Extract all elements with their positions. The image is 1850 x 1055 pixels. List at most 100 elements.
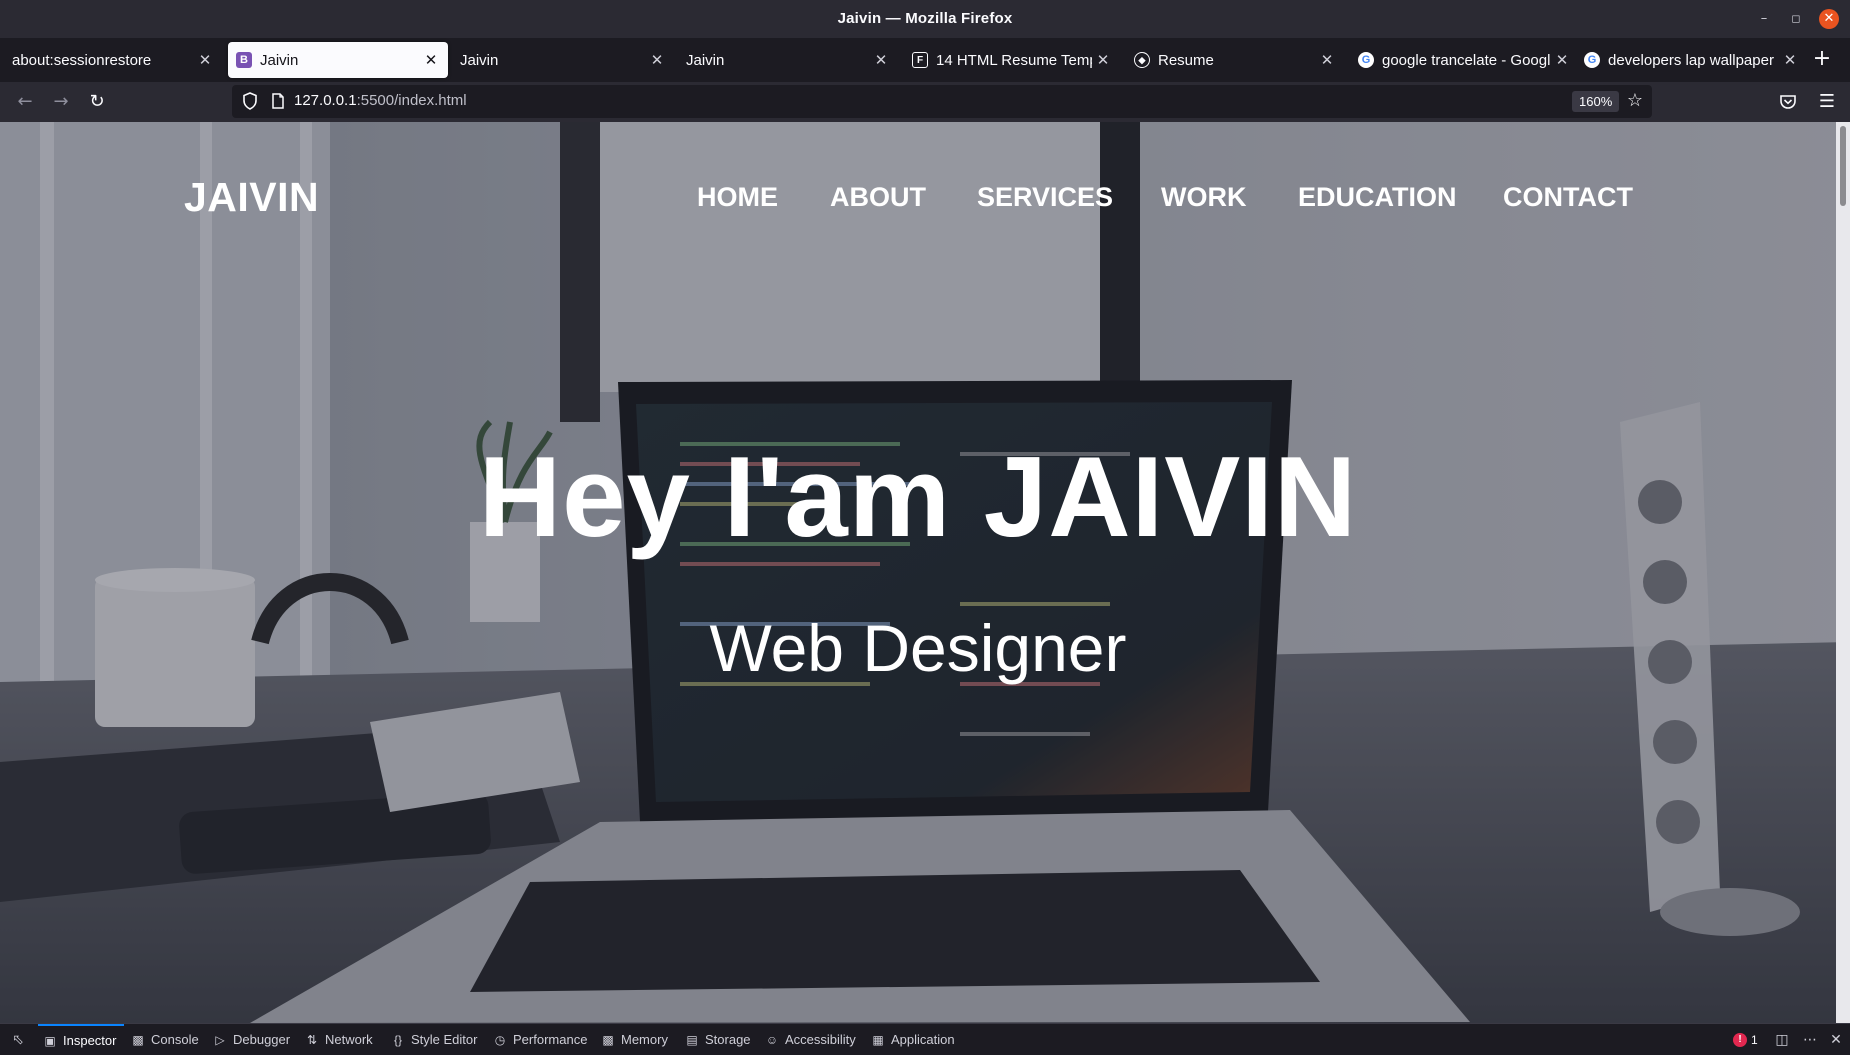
hero-dark-overlay: [0, 122, 1836, 1023]
google-icon: G: [1358, 52, 1374, 68]
tab-close-icon[interactable]: ✕: [646, 51, 668, 69]
more-options-icon[interactable]: ⋯: [1800, 1030, 1820, 1050]
tab-sessionrestore[interactable]: about:sessionrestore ✕: [4, 42, 222, 78]
scrollbar-thumb[interactable]: [1840, 126, 1846, 206]
forward-icon[interactable]: →: [48, 90, 74, 114]
tab-label: about:sessionrestore: [12, 51, 152, 69]
inspector-icon: ▣: [44, 1033, 56, 1048]
site-logo[interactable]: JAIVIN: [184, 174, 319, 221]
nav-link-work[interactable]: WORK: [1161, 182, 1246, 213]
url-path: :5500/index.html: [356, 92, 467, 109]
error-count-badge[interactable]: ! 1: [1733, 1032, 1758, 1048]
accessibility-icon: ☺: [765, 1032, 779, 1047]
storage-icon: ▤: [686, 1032, 698, 1047]
tab-close-icon[interactable]: ✕: [1782, 51, 1798, 69]
tab-label: Resume: [1158, 51, 1214, 69]
error-count: 1: [1751, 1033, 1758, 1047]
url-host: 127.0.0.1: [294, 92, 357, 109]
google-icon: G: [1584, 52, 1600, 68]
nav-toolbar: ← → ↻ 127.0.0.1:5500/index.html 160% ☆ ☰: [0, 82, 1850, 122]
window-title: Jaivin — Mozilla Firefox: [837, 10, 1013, 27]
minimize-icon[interactable]: –: [1755, 10, 1773, 28]
tab-developers-wallpaper[interactable]: G developers lap wallpaper ✕: [1576, 42, 1800, 78]
devtools-tab-label: Memory: [621, 1032, 668, 1047]
devtools-tab-label: Style Editor: [411, 1032, 478, 1047]
tab-label: developers lap wallpaper: [1608, 51, 1774, 69]
bookmark-star-icon[interactable]: ☆: [1624, 90, 1646, 112]
devtools-tab-label: Storage: [705, 1032, 751, 1047]
tab-label: Jaivin: [686, 51, 725, 69]
tab-label: Jaivin: [460, 51, 499, 69]
hero-subtitle: Web Designer: [709, 611, 1127, 685]
tab-close-icon[interactable]: ✕: [870, 51, 892, 69]
devtools-tab-label: Application: [891, 1032, 955, 1047]
nav-link-services[interactable]: SERVICES: [977, 182, 1113, 213]
nav-link-home[interactable]: HOME: [697, 182, 778, 213]
tab-resume[interactable]: ◆ Resume ✕: [1126, 42, 1344, 78]
devtools-tab-style-editor[interactable]: {} Style Editor: [390, 1024, 478, 1055]
tab-label: google trancelate - Googl: [1382, 51, 1551, 69]
devtools-tab-label: Performance: [513, 1032, 588, 1047]
devtools-tab-network[interactable]: ⇅ Network: [304, 1024, 373, 1055]
reload-icon[interactable]: ↻: [84, 90, 110, 114]
page-viewport: JAIVIN HOME ABOUT SERVICES WORK EDUCATIO…: [0, 122, 1850, 1023]
page-icon[interactable]: [268, 91, 288, 111]
tab-close-icon[interactable]: ✕: [1554, 51, 1570, 69]
network-icon: ⇅: [306, 1032, 318, 1047]
url-text[interactable]: 127.0.0.1:5500/index.html: [294, 92, 467, 109]
devtools-tab-memory[interactable]: ▩ Memory: [600, 1024, 668, 1055]
tab-jaivin-3[interactable]: Jaivin ✕: [680, 42, 898, 78]
devtools-tab-storage[interactable]: ▤ Storage: [684, 1024, 751, 1055]
shield-icon[interactable]: [240, 91, 260, 111]
new-tab-button[interactable]: +: [1810, 48, 1834, 72]
back-icon[interactable]: ←: [12, 90, 38, 114]
hamburger-menu-icon[interactable]: ☰: [1815, 90, 1839, 114]
nav-link-contact[interactable]: CONTACT: [1503, 182, 1633, 213]
bootstrap-icon: B: [236, 52, 252, 68]
console-icon: ▩: [132, 1032, 144, 1047]
tab-label: 14 HTML Resume Templa: [936, 51, 1092, 69]
tab-google-translate[interactable]: G google trancelate - Googl ✕: [1350, 42, 1572, 78]
zoom-level[interactable]: 160%: [1572, 91, 1620, 112]
devtools-tab-application[interactable]: ▦ Application: [870, 1024, 955, 1055]
url-bar[interactable]: 127.0.0.1:5500/index.html 160% ☆: [232, 85, 1652, 118]
tab-close-icon[interactable]: ✕: [420, 51, 442, 69]
devtools-close-icon[interactable]: ✕: [1826, 1030, 1846, 1050]
devtools-tab-label: Network: [325, 1032, 373, 1047]
devtools-toolbar: ⬁ ▣ Inspector ▩ Console ▷ Debugger ⇅ Net…: [0, 1023, 1850, 1055]
style-editor-icon: {}: [393, 1032, 402, 1047]
resume-icon: ◆: [1134, 52, 1150, 68]
f-icon: F: [912, 52, 928, 68]
close-icon[interactable]: ✕: [1819, 9, 1839, 29]
nav-link-about[interactable]: ABOUT: [830, 182, 926, 213]
devtools-tab-label: Accessibility: [785, 1032, 856, 1047]
performance-icon: ◷: [494, 1032, 506, 1047]
hero-title: Hey I'am JAIVIN: [478, 434, 1358, 561]
memory-icon: ▩: [602, 1032, 614, 1047]
debugger-icon: ▷: [215, 1032, 225, 1047]
devtools-tab-label: Console: [151, 1032, 199, 1047]
tab-close-icon[interactable]: ✕: [194, 51, 216, 69]
dock-side-icon[interactable]: ◫: [1772, 1030, 1792, 1050]
devtools-tab-label: Debugger: [233, 1032, 291, 1047]
tab-label: Jaivin: [260, 51, 299, 69]
error-icon: !: [1733, 1033, 1747, 1047]
devtools-tab-performance[interactable]: ◷ Performance: [492, 1024, 588, 1055]
tab-close-icon[interactable]: ✕: [1316, 51, 1338, 69]
tab-strip: about:sessionrestore ✕ B Jaivin ✕ Jaivin…: [0, 38, 1850, 82]
devtools-tab-label: Inspector: [63, 1033, 117, 1048]
element-picker-icon[interactable]: ⬁: [8, 1030, 28, 1050]
pocket-icon[interactable]: [1776, 90, 1800, 114]
devtools-tab-debugger[interactable]: ▷ Debugger: [212, 1024, 290, 1055]
tab-jaivin-active[interactable]: B Jaivin ✕: [228, 42, 448, 78]
tab-resume-templates[interactable]: F 14 HTML Resume Templa ✕: [904, 42, 1120, 78]
tab-jaivin-2[interactable]: Jaivin ✕: [454, 42, 674, 78]
page-scrollbar[interactable]: [1836, 122, 1850, 1023]
nav-link-education[interactable]: EDUCATION: [1298, 182, 1457, 213]
devtools-tab-console[interactable]: ▩ Console: [130, 1024, 199, 1055]
devtools-tab-accessibility[interactable]: ☺ Accessibility: [764, 1024, 856, 1055]
application-icon: ▦: [872, 1032, 884, 1047]
maximize-icon[interactable]: ◻: [1787, 10, 1805, 28]
devtools-tab-inspector[interactable]: ▣ Inspector: [38, 1024, 125, 1055]
tab-close-icon[interactable]: ✕: [1092, 51, 1114, 69]
